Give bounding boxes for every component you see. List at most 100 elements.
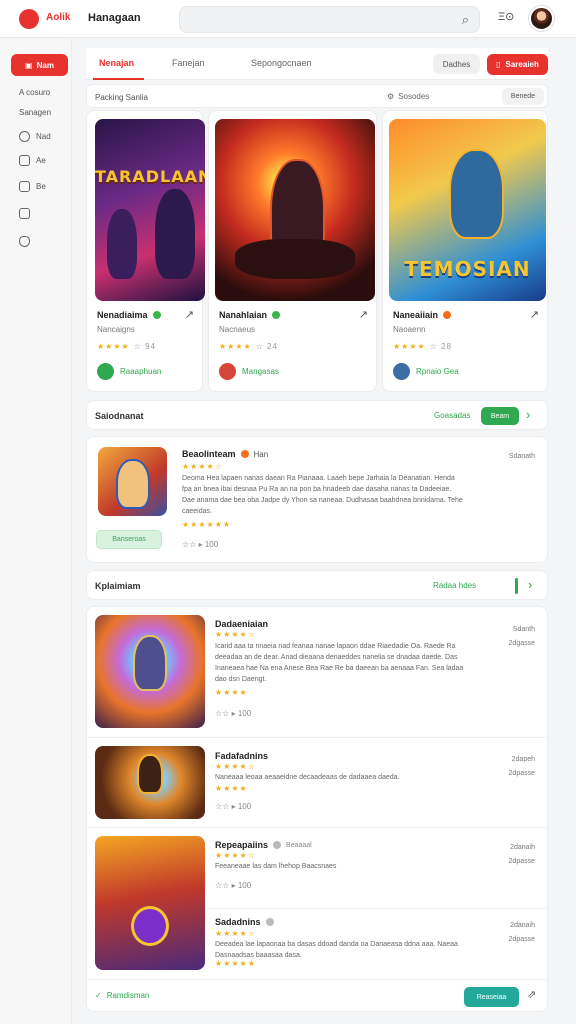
star-rating: ★★★★ (393, 342, 426, 351)
sidebar-item-label: A cosuro (19, 88, 51, 97)
item-name: Beaolinteam (182, 449, 236, 459)
home-icon: ▣ (25, 60, 33, 70)
search-input[interactable]: ⌕ (179, 6, 480, 33)
chevron-right-icon[interactable]: › (528, 577, 532, 592)
section-three-link[interactable]: Radaa hdes (433, 581, 476, 590)
footer-button[interactable]: Reaseiaa (464, 987, 519, 1007)
featured-card-1[interactable]: TARADLAAN Nenadiaima Nancaigns ★★★★ ☆ 94 … (86, 110, 205, 392)
card-name: Nanahlaian (219, 310, 281, 320)
publisher-icon (393, 363, 410, 380)
sidebar-primary-button[interactable]: ▣ Nam (11, 54, 68, 76)
game-thumbnail[interactable] (95, 746, 205, 819)
external-link-icon[interactable]: ↗ (530, 308, 539, 321)
section-three-list: Dadaeniaian ★★★★☆ Icarid aaa ta nnaeia n… (86, 606, 548, 1012)
sidebar-item-3[interactable]: Nad (19, 131, 51, 142)
rating-stars: ★★★★ (215, 688, 248, 697)
featured-card-3[interactable]: TEMOSIAN Naneaiiain Naoaenn ★★★★ ☆ 28 ↗ R… (382, 110, 548, 392)
card-rating: ★★★★ ☆ 94 (97, 342, 156, 351)
avatar[interactable] (529, 6, 554, 31)
game-art-title: TEMOSIAN (404, 257, 531, 281)
verified-icon (443, 311, 452, 319)
game-art-2[interactable] (215, 119, 375, 301)
publisher-name: Mangasas (242, 367, 279, 376)
game-thumbnail[interactable] (95, 615, 205, 728)
logo-text: Aolik (46, 12, 71, 23)
item-count: ☆☆ ▸ 100 (215, 709, 252, 718)
footer-link[interactable]: ✓ Ramdisman (95, 991, 149, 1000)
game-art-1[interactable]: TARADLAAN (95, 119, 205, 301)
external-link-icon[interactable]: ↗ (185, 308, 194, 321)
count-value: 100 (237, 709, 252, 718)
section-two-link[interactable]: Goasadas (434, 411, 470, 420)
item-action-button[interactable]: Banseroas (96, 530, 162, 549)
card-footer[interactable]: Rpnaio Gea (393, 363, 459, 380)
filter-label: Sosodes (398, 92, 430, 101)
item-count: ☆☆ ▸ 100 (182, 540, 219, 549)
card-footer[interactable]: Mangasas (219, 363, 279, 380)
section-three-header: Kplaimiam Radaa hdes › (86, 570, 548, 600)
rating-stars: ★★★★★★ (182, 520, 232, 529)
grey-button[interactable]: Dadhes (433, 54, 480, 74)
sidebar-item-5[interactable]: Be (19, 181, 46, 192)
sidebar-item-label: Ae (36, 156, 46, 165)
card-meta: Naoaenn (393, 325, 426, 334)
section-two-button[interactable]: Beam (481, 407, 519, 425)
card-meta: Nacnaeus (219, 325, 256, 334)
item-description: Deeadea lae lapaonaa ba dasas ddoad dand… (215, 941, 458, 959)
list-item-title: Fadafadnins (215, 751, 269, 761)
sidebar-item-2[interactable]: Sanagen (19, 108, 51, 117)
star-rating: ★★★★ (97, 342, 130, 351)
active-tab-underline (93, 78, 144, 80)
tab-fanejan[interactable]: Fanejan (172, 58, 205, 68)
external-link-icon[interactable]: ↗ (359, 308, 368, 321)
rating-value: ☆ 24 (255, 342, 278, 351)
section-two-header: Saiodnanat Goasadas Beam › (86, 400, 548, 430)
game-thumbnail[interactable] (95, 836, 205, 970)
game-thumbnail[interactable] (98, 447, 167, 516)
image-icon (19, 155, 30, 166)
item-time: Sdanth 2dgasse (508, 626, 535, 647)
search-icon (19, 131, 30, 142)
app-title: Hanagaan (88, 12, 141, 24)
publisher-name: Rpnaio Gea (416, 367, 459, 376)
gear-icon: ⚙ (387, 92, 395, 101)
app-logo-icon[interactable] (19, 9, 39, 29)
item-description: Icarid aaa ta nnaeia nad feanaa nanae la… (215, 643, 464, 683)
featured-chip[interactable]: Benede (502, 88, 544, 105)
verified-icon (272, 311, 281, 319)
sidebar: ▣ Nam A cosuro Sanagen Nad Ae Be (0, 39, 72, 1024)
sidebar-item-7[interactable] (19, 236, 30, 247)
chevron-right-icon[interactable]: › (526, 407, 530, 422)
star-rating: ★★★★☆ (215, 630, 256, 639)
verified-icon (265, 918, 274, 926)
top-bar: Aolik Hanagaan ⌕ Ξ⊙ (0, 0, 576, 38)
card-title: Nenadiaima (97, 310, 148, 320)
rating-value: ☆ 94 (133, 342, 156, 351)
game-art-3[interactable]: TEMOSIAN (389, 119, 546, 301)
menu-icon[interactable]: Ξ⊙ (498, 10, 514, 23)
section-three-title: Kplaimiam (95, 581, 141, 591)
publisher-name: Raaaphuan (120, 367, 162, 376)
sidebar-item-6[interactable] (19, 208, 30, 219)
tab-nenajan[interactable]: Nenajan (99, 58, 134, 68)
save-icon (19, 208, 30, 219)
count-value: 100 (237, 802, 252, 811)
card-title: Nanahlaian (219, 310, 268, 320)
shield-icon (19, 236, 30, 247)
card-meta: Nancaigns (97, 325, 135, 334)
sidebar-item-4[interactable]: Ae (19, 155, 46, 166)
featured-card-2[interactable]: Nanahlaian Nacnaeus ★★★★ ☆ 24 ↗ Mangasas (208, 110, 377, 392)
sidebar-item-1[interactable]: A cosuro (19, 88, 50, 97)
verified-icon (273, 841, 282, 849)
red-action-button[interactable]: ▯ Sareaieh (487, 54, 548, 75)
game-art-title: TARADLAAN (95, 167, 205, 186)
tab-sepongocnaen[interactable]: Sepongocnaen (251, 58, 312, 68)
card-footer[interactable]: Raaaphuan (97, 363, 161, 380)
card-rating: ★★★★ ☆ 28 (393, 342, 452, 351)
filter-control[interactable]: ⚙ Sosodes (387, 92, 429, 101)
item-tag: Beaaaal (286, 841, 312, 849)
search-icon[interactable]: ⌕ (462, 12, 469, 28)
count-value: 100 (237, 881, 252, 890)
share-icon[interactable]: ⇗ (527, 988, 536, 1001)
document-icon: ▯ (496, 60, 501, 69)
